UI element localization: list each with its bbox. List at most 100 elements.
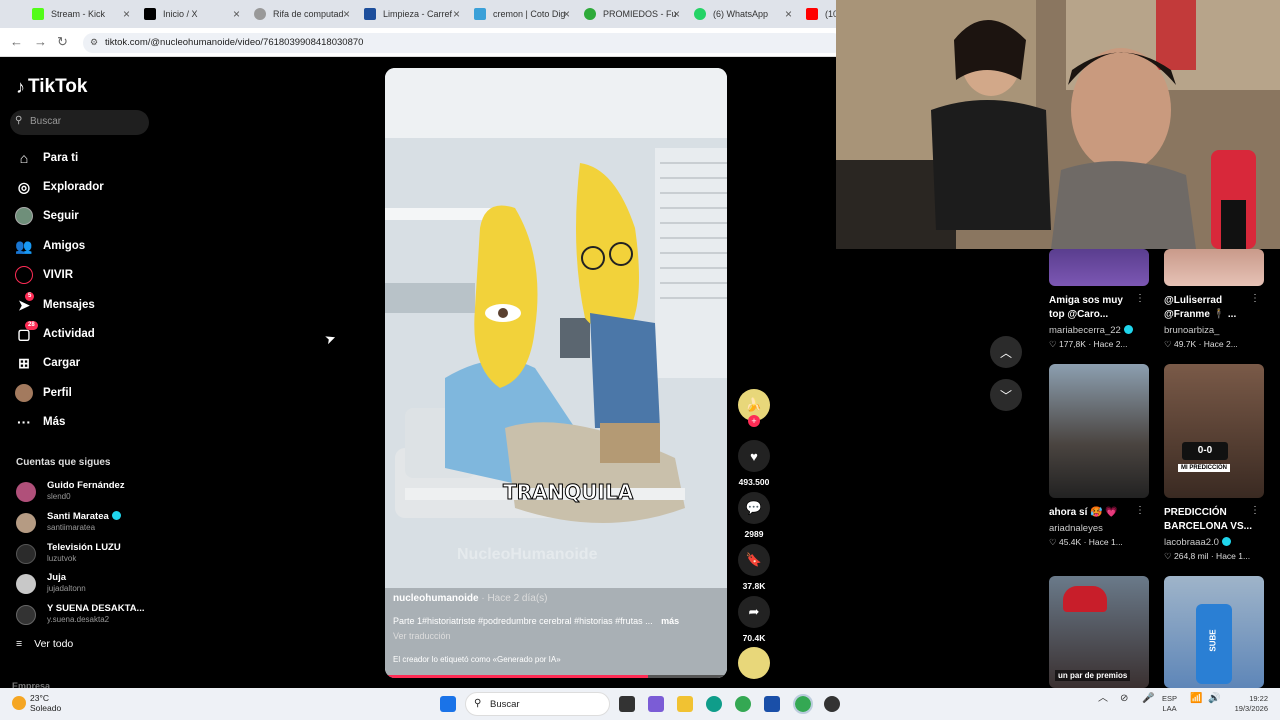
following-section-title: Cuentas que sigues	[16, 457, 111, 468]
tab-x[interactable]: Inicio / X ×	[136, 3, 246, 25]
nav-mensajes[interactable]: ➤ 5 Mensajes	[15, 292, 95, 315]
more-options-icon[interactable]: ⋮	[1250, 505, 1260, 516]
feed-card[interactable]: SUBE	[1164, 576, 1264, 688]
tab-kick[interactable]: Stream - Kick ×	[24, 3, 136, 25]
comment-button[interactable]: 💬 2989	[738, 492, 770, 539]
volume-icon[interactable]: 🔊	[1208, 694, 1220, 704]
next-video-button[interactable]: ﹀	[990, 379, 1022, 411]
chrome-icon[interactable]	[735, 696, 751, 712]
wifi-icon[interactable]: 📶	[1190, 694, 1202, 704]
chrome-active-icon[interactable]	[793, 694, 813, 714]
tab-coto[interactable]: cremon | Coto Dig ×	[466, 3, 576, 25]
caption-more-button[interactable]: más	[661, 616, 679, 626]
tiktok-logo[interactable]: ♪ TikTok	[16, 76, 87, 98]
tab-carrefour[interactable]: Limpieza - Carref ×	[356, 3, 466, 25]
followed-account[interactable]: Santi Maratea santiimaratea	[16, 511, 156, 539]
feed-card[interactable]: un par de premios	[1049, 576, 1149, 688]
site-info-icon[interactable]: ⚙	[90, 37, 98, 48]
video-progress-bar[interactable]	[385, 675, 727, 678]
language-indicator[interactable]: ESP LAA	[1162, 694, 1177, 714]
followed-account[interactable]: Televisión LUZU luzutvok	[16, 542, 156, 570]
video-player[interactable]: TRANQUILA NucleoHumanoide nucleohumanoid…	[385, 68, 727, 678]
weather-widget[interactable]: 23°C Soleado	[12, 693, 61, 713]
url-text: tiktok.com/@nucleohumanoide/video/761803…	[105, 37, 364, 48]
feed-card[interactable]: ⋮ @Luliserrad @Franme 🕴 ... brunoarbiza_…	[1164, 249, 1264, 350]
nav-para-ti[interactable]: ⌂ Para ti	[15, 148, 78, 168]
search-input[interactable]: ⚲ Buscar	[10, 110, 149, 135]
clock[interactable]: 19:22 19/3/2026	[1222, 694, 1268, 714]
see-translation-link[interactable]: Ver traducción	[393, 631, 713, 641]
nav-amigos[interactable]: 👥 Amigos	[15, 236, 85, 256]
clock-date: 19/3/2026	[1234, 704, 1268, 713]
edge-icon[interactable]	[706, 696, 722, 712]
teams-icon[interactable]	[648, 696, 664, 712]
heart-outline-icon: ♡	[1164, 339, 1174, 349]
task-view-icon[interactable]	[619, 696, 635, 712]
forward-icon[interactable]: →	[34, 34, 47, 49]
card-channel: brunoarbiza_	[1164, 325, 1220, 336]
avatar	[16, 574, 36, 594]
see-all-link[interactable]: ≡ Ver todo	[16, 638, 73, 650]
video-author[interactable]: nucleohumanoide	[393, 593, 479, 604]
nav-perfil[interactable]: Perfil	[15, 383, 72, 403]
previous-video-button[interactable]: ︿	[990, 336, 1022, 368]
red-cap-shape	[1063, 586, 1107, 612]
close-icon[interactable]: ×	[343, 7, 350, 21]
followed-account[interactable]: Guido Fernández slend0	[16, 480, 156, 508]
obs-icon[interactable]	[824, 696, 840, 712]
nav-label: Perfil	[43, 387, 72, 399]
list-icon: ≡	[16, 638, 23, 650]
close-icon[interactable]: ×	[233, 7, 240, 21]
follow-plus-icon[interactable]: +	[748, 415, 760, 427]
nav-mas[interactable]: ··· Más	[15, 412, 65, 432]
reload-icon[interactable]: ↻	[57, 34, 68, 50]
tab-label: cremon | Coto Dig	[493, 9, 566, 19]
windows-start-icon[interactable]	[440, 696, 456, 712]
followed-account[interactable]: Y SUENA DESAKTA... y.suena.desakta2	[16, 603, 156, 631]
taskbar-search[interactable]: ⚲ Buscar	[465, 692, 610, 716]
nav-cargar[interactable]: ⊞ Cargar	[15, 353, 80, 373]
nav-vivir[interactable]: VIVIR	[15, 265, 73, 285]
card-title: ahora sí 🥵 💗	[1049, 507, 1118, 518]
webcam-overlay	[836, 0, 1280, 249]
save-button[interactable]: 🔖 37.8K	[738, 544, 770, 591]
more-options-icon[interactable]: ⋮	[1250, 293, 1260, 304]
nav-actividad[interactable]: ▢ 28 Actividad	[15, 321, 95, 344]
close-icon[interactable]: ×	[123, 7, 130, 21]
like-button[interactable]: ♥ 493.500	[738, 440, 770, 487]
back-icon[interactable]: ←	[10, 34, 23, 49]
followed-account[interactable]: Juja jujadaltonn	[16, 572, 156, 600]
close-icon[interactable]: ×	[453, 7, 460, 21]
avatar	[16, 605, 36, 625]
url-field[interactable]: ⚙ tiktok.com/@nucleohumanoide/video/76180…	[83, 33, 843, 53]
tab-rifa[interactable]: Rifa de computad ×	[246, 3, 356, 25]
nav-explorador[interactable]: ◎ Explorador	[15, 177, 104, 197]
kick-icon	[32, 8, 44, 20]
close-icon[interactable]: ×	[673, 7, 680, 21]
weather-condition: Soleado	[30, 703, 62, 713]
feed-card[interactable]: ⋮ Amiga sos muy top @Caro... mariabecerr…	[1049, 249, 1149, 350]
tab-youtube[interactable]: (10	[798, 3, 838, 25]
close-icon[interactable]: ×	[785, 7, 792, 21]
mic-icon[interactable]: 🎤	[1142, 694, 1154, 704]
nav-seguir[interactable]: Seguir	[15, 206, 79, 226]
share-button[interactable]: ➦ 70.4K	[738, 596, 770, 643]
store-icon[interactable]	[764, 696, 780, 712]
creator-avatar-button[interactable]: 🍌 +	[738, 389, 770, 427]
video-caption: Parte 1#historiatriste #podredumbre cere…	[393, 616, 653, 626]
feed-card[interactable]: 0-0 MI PREDICCIÓN ⋮ PREDICCIÓN BARCELONA…	[1164, 364, 1264, 562]
tab-whatsapp[interactable]: (6) WhatsApp ×	[686, 3, 798, 25]
more-options-icon[interactable]: ⋮	[1135, 293, 1145, 304]
close-icon[interactable]: ×	[563, 7, 570, 21]
see-all-label: Ver todo	[34, 638, 74, 650]
account-name: Televisión LUZU	[47, 542, 121, 553]
more-options-icon[interactable]: ⋮	[1135, 505, 1145, 516]
temperature: 23°C	[30, 693, 49, 703]
tray-chevron-icon[interactable]: ︿	[1098, 694, 1108, 704]
file-explorer-icon[interactable]	[677, 696, 693, 712]
tab-promiedos[interactable]: PROMIEDOS - Fu ×	[576, 3, 686, 25]
feed-card[interactable]: ⋮ ahora sí 🥵 💗 ariadnaleyes ♡ 45.4K · Ha…	[1049, 364, 1149, 548]
card-likes: 264,8 mil	[1173, 551, 1209, 561]
network-icon[interactable]: ⊘	[1120, 694, 1128, 704]
sound-disc-button[interactable]	[738, 647, 770, 679]
